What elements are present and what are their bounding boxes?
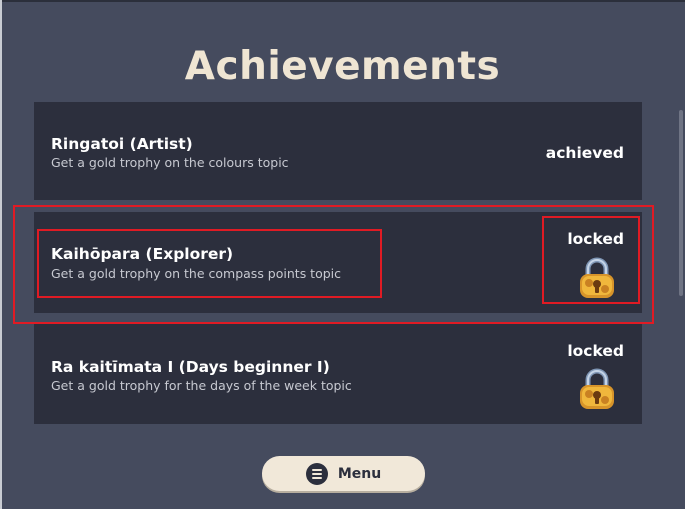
achievement-item: Ringatoi (Artist) Get a gold trophy on t…	[34, 102, 642, 200]
achievement-status: locked	[567, 342, 624, 360]
achievement-description: Get a gold trophy on the colours topic	[51, 155, 289, 170]
menu-button[interactable]: Menu	[262, 456, 425, 491]
gold-padlock-icon	[580, 368, 614, 409]
achievement-description: Get a gold trophy on the compass points …	[51, 266, 342, 281]
achievement-description: Get a gold trophy for the days of the we…	[51, 378, 352, 393]
achievement-item: Kaihōpara (Explorer) Get a gold trophy o…	[34, 212, 642, 313]
page-title: Achievements	[184, 44, 501, 89]
scrollbar[interactable]	[676, 92, 685, 432]
achievements-list: Ringatoi (Artist) Get a gold trophy on t…	[34, 102, 642, 424]
achievement-name: Ringatoi (Artist)	[51, 135, 193, 153]
gold-padlock-icon	[580, 257, 614, 298]
hamburger-menu-icon	[305, 462, 328, 485]
menu-button-label: Menu	[337, 465, 382, 482]
window-top-edge	[0, 0, 685, 2]
scrollbar-thumb[interactable]	[679, 110, 683, 296]
achievement-status: achieved	[545, 144, 624, 162]
achievement-status: locked	[567, 230, 624, 248]
achievement-item: Ra kaitīmata I (Days beginner I) Get a g…	[34, 324, 642, 424]
achievement-name: Kaihōpara (Explorer)	[51, 245, 234, 263]
achievement-name: Ra kaitīmata I (Days beginner I)	[51, 358, 330, 376]
